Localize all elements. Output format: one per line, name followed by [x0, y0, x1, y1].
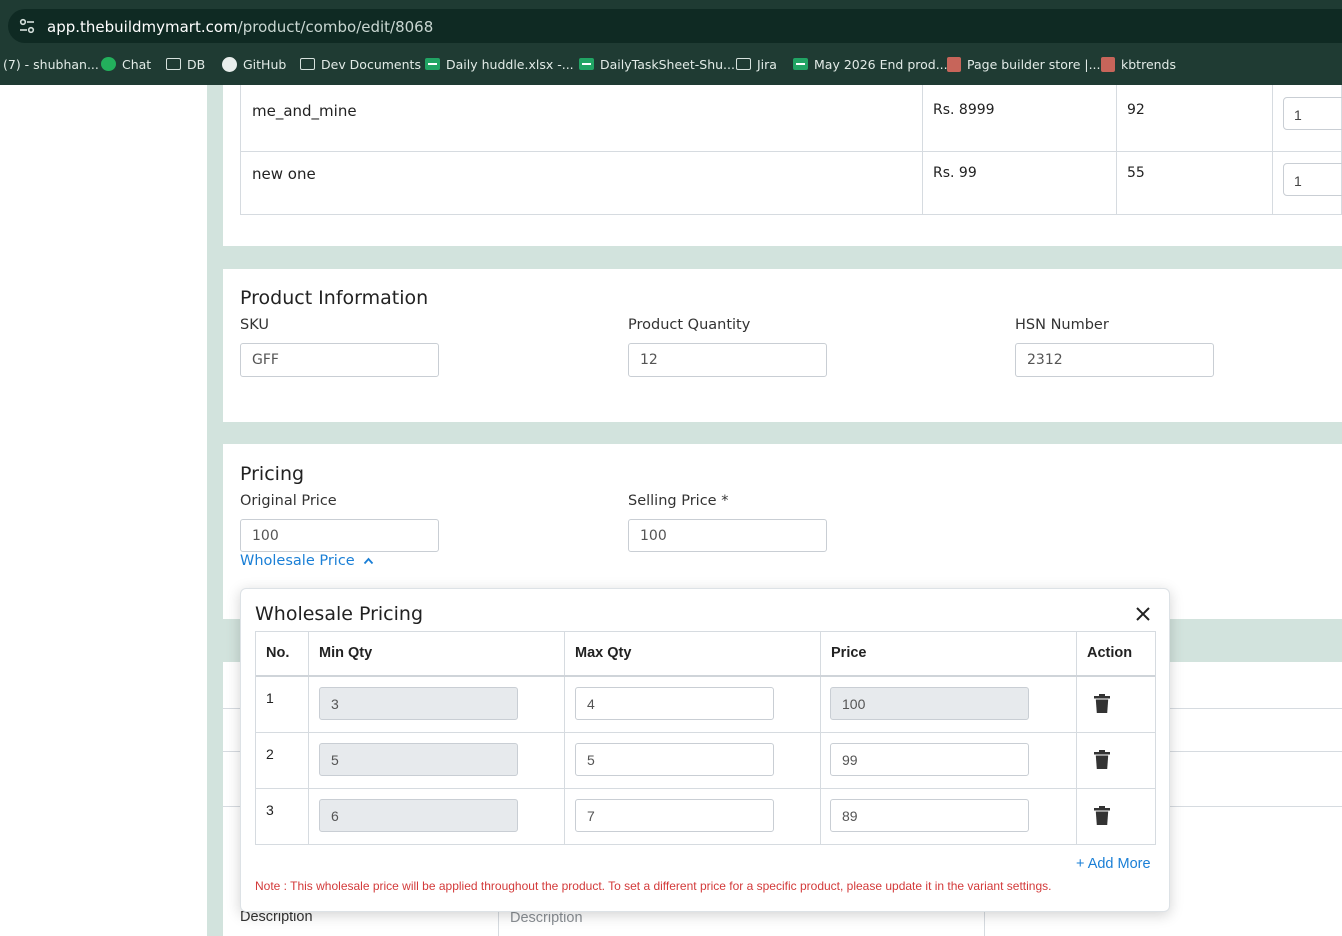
folder-icon	[166, 58, 181, 70]
bookmark-label: Dev Documents	[321, 56, 421, 72]
row-number: 1	[266, 690, 274, 706]
price-input[interactable]: 89	[830, 799, 1029, 832]
max-qty-input[interactable]: 4	[575, 687, 774, 720]
variant-stock: 92	[1127, 102, 1145, 118]
product-quantity-label: Product Quantity	[628, 317, 751, 333]
bookmark-label: Daily huddle.xlsx -...	[446, 56, 574, 72]
variant-qty-input[interactable]: 1	[1283, 163, 1342, 196]
section-title: Pricing	[240, 463, 305, 485]
bookmark-label: kbtrends	[1121, 56, 1176, 72]
max-qty-input[interactable]: 5	[575, 743, 774, 776]
site-settings-icon[interactable]	[18, 18, 36, 34]
row-number: 2	[266, 746, 274, 762]
variants-table: me_and_mine Rs. 8999 92 1 new one Rs. 99…	[240, 85, 1342, 215]
original-price-input[interactable]: 100	[240, 519, 439, 552]
row-number: 3	[266, 802, 274, 818]
trash-icon[interactable]	[1094, 806, 1110, 825]
header-divider	[256, 675, 1155, 677]
price-input[interactable]: 99	[830, 743, 1029, 776]
price-input: 100	[830, 687, 1029, 720]
store-icon	[1101, 56, 1115, 72]
modal-title: Wholesale Pricing	[255, 603, 424, 625]
min-qty-input: 6	[319, 799, 518, 832]
url-text[interactable]: app.thebuildmymart.com/product/combo/edi…	[47, 18, 433, 36]
bookmark-label: May 2026 End prod...	[814, 56, 948, 72]
store-icon	[947, 56, 961, 72]
chat-icon	[101, 57, 116, 71]
folder-icon	[300, 58, 315, 70]
bookmark-item[interactable]: Daily huddle.xlsx -...	[425, 56, 574, 72]
bookmark-label: Page builder store |...	[967, 56, 1101, 72]
bookmark-label: DB	[187, 56, 206, 72]
header-max-qty: Max Qty	[575, 645, 632, 661]
variant-price: Rs. 99	[933, 165, 977, 181]
wholesale-note: Note : This wholesale price will be appl…	[255, 879, 1052, 893]
variant-stock: 55	[1127, 165, 1145, 181]
sheets-icon	[425, 58, 440, 70]
bookmark-label: DailyTaskSheet-Shu...	[600, 56, 735, 72]
variant-name: new one	[252, 165, 316, 183]
variant-price: Rs. 8999	[933, 102, 995, 118]
bookmark-item[interactable]: DailyTaskSheet-Shu...	[579, 56, 735, 72]
bookmark-item[interactable]: kbtrends	[1101, 56, 1176, 72]
section-title: Product Information	[240, 287, 429, 309]
bookmark-item[interactable]: Page builder store |...	[947, 56, 1101, 72]
product-information-card: Product Information SKU GFF Product Quan…	[223, 269, 1342, 422]
sku-label: SKU	[240, 317, 269, 333]
header-no: No.	[266, 645, 290, 661]
table-row: me_and_mine Rs. 8999 92 1	[241, 89, 1342, 152]
sheets-icon	[579, 58, 594, 70]
min-qty-input: 3	[319, 687, 518, 720]
min-qty-input: 5	[319, 743, 518, 776]
bookmark-item[interactable]: DB	[166, 56, 205, 72]
url-domain: app.thebuildmymart.com	[47, 18, 238, 36]
hsn-number-label: HSN Number	[1015, 317, 1109, 333]
sku-input[interactable]: GFF	[240, 343, 439, 377]
browser-address-bar: app.thebuildmymart.com/product/combo/edi…	[0, 0, 1342, 44]
wholesale-pricing-modal: Wholesale Pricing No. Min Qty Max Qty Pr…	[240, 588, 1170, 912]
bookmark-label: GitHub	[243, 56, 287, 72]
add-more-button[interactable]: + Add More	[1076, 856, 1151, 872]
header-price: Price	[831, 645, 867, 661]
selling-price-input[interactable]: 100	[628, 519, 827, 552]
bookmark-item[interactable]: Chat	[101, 56, 151, 72]
variant-qty-input[interactable]: 1	[1283, 97, 1342, 130]
url-path: /product/combo/edit/8068	[237, 18, 434, 36]
bookmark-item[interactable]: GitHub	[222, 56, 286, 72]
row-divider	[256, 732, 1155, 733]
folder-icon	[736, 58, 751, 70]
selling-price-label: Selling Price *	[628, 493, 729, 509]
hsn-number-input[interactable]: 2312	[1015, 343, 1214, 377]
bookmark-item[interactable]: Jira	[736, 56, 777, 72]
variant-name: me_and_mine	[252, 102, 357, 120]
header-action: Action	[1087, 645, 1133, 661]
trash-icon[interactable]	[1094, 694, 1110, 713]
row-divider	[256, 788, 1155, 789]
close-icon[interactable]	[1134, 605, 1152, 623]
original-price-label: Original Price	[240, 493, 337, 509]
header-min-qty: Min Qty	[319, 645, 373, 661]
wholesale-table: No. Min Qty Max Qty Price Action 1 3 4 1…	[255, 631, 1156, 845]
wholesale-price-link: Wholesale Price	[240, 553, 355, 569]
bookmark-item[interactable]: May 2026 End prod...	[793, 56, 948, 72]
bookmark-label: Jira	[757, 56, 777, 72]
trash-icon[interactable]	[1094, 750, 1110, 769]
wholesale-price-toggle[interactable]: Wholesale Price	[240, 553, 374, 569]
bookmark-item[interactable]: (7) - shubhan...	[3, 56, 99, 72]
sheets-icon	[793, 58, 808, 70]
max-qty-input[interactable]: 7	[575, 799, 774, 832]
bookmark-item[interactable]: Dev Documents	[300, 56, 421, 72]
variants-card: me_and_mine Rs. 8999 92 1 new one Rs. 99…	[223, 85, 1342, 246]
chevron-up-icon	[363, 557, 373, 565]
github-icon	[222, 56, 237, 72]
product-quantity-input[interactable]: 12	[628, 343, 827, 377]
bookmark-label: Chat	[122, 56, 152, 72]
bookmark-label: (7) - shubhan...	[3, 56, 99, 72]
table-row: new one Rs. 99 55 1	[241, 151, 1342, 214]
